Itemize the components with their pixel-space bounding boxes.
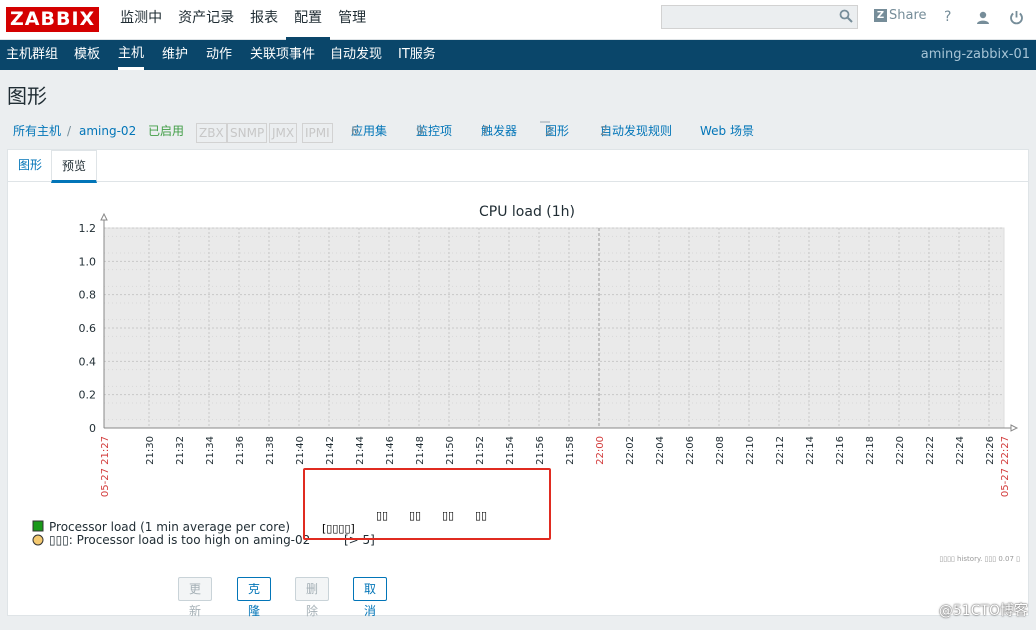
highlight-box	[303, 468, 551, 540]
y-tick-label: 0.6	[79, 322, 97, 335]
x-tick-label: 21:38	[265, 436, 276, 465]
search-input[interactable]	[661, 5, 858, 29]
nav-reports[interactable]: 报表	[242, 0, 286, 40]
x-tick-label: 22:22	[925, 436, 936, 465]
x-tick-label: 21:46	[385, 436, 396, 465]
x-tick-label: 21:32	[175, 436, 186, 465]
x-tick-label: 21:42	[325, 436, 336, 465]
crumb-separator: /	[67, 124, 72, 138]
subnav-it-services[interactable]: IT服务	[398, 40, 436, 69]
x-tick-label: 22:10	[745, 436, 756, 465]
legend-swatch-trigger	[32, 534, 44, 546]
x-tick-label: 22:12	[775, 436, 786, 465]
nav-monitoring[interactable]: 监测中	[112, 0, 170, 40]
badge-ipmi: IPMI	[302, 123, 333, 143]
x-tick-label: 22:26	[985, 436, 996, 465]
nav-configuration[interactable]: 配置	[286, 0, 331, 40]
main-nav: 监测中 资产记录 报表 配置 管理	[112, 0, 374, 40]
x-tick-label: 21:58	[565, 436, 576, 465]
server-name: aming-zabbix-01	[920, 47, 1030, 62]
x-tick-label: 22:16	[835, 436, 846, 465]
share-label: Share	[889, 8, 927, 23]
page-title: 图形	[7, 84, 47, 108]
power-icon[interactable]	[1009, 10, 1024, 25]
x-tick-label: 22:06	[685, 436, 696, 465]
y-tick-label: 0	[89, 422, 96, 435]
history-info-text: ▯▯▯▯ history. ▯▯▯ 0.07 ▯	[939, 555, 1020, 563]
x-tick-label: 22:02	[625, 436, 636, 465]
y-tick-label: 1.0	[79, 255, 97, 268]
subnav-templates[interactable]: 模板	[74, 40, 100, 69]
triggers-count: 7	[481, 124, 489, 138]
x-tick-label: 22:14	[805, 436, 816, 465]
zabbix-logo[interactable]: ZABBIX	[6, 7, 100, 32]
watermark: @51CTO博客	[938, 603, 1028, 619]
nav-administration[interactable]: 管理	[330, 0, 374, 40]
x-tick-label: 21:50	[445, 436, 456, 465]
graphs-count: 2	[545, 124, 553, 138]
subnav-maintenance[interactable]: 维护	[162, 40, 188, 69]
x-tick-label: 21:36	[235, 436, 246, 465]
nav-inventory[interactable]: 资产记录	[170, 0, 242, 40]
items-count: 9	[416, 124, 424, 138]
x-tick-label: 21:48	[415, 436, 426, 465]
x-tick-label: 21:52	[475, 436, 486, 465]
y-tick-label: 0.2	[79, 389, 97, 402]
badge-snmp: SNMP	[227, 123, 268, 143]
x-tick-label: 21:40	[295, 436, 306, 465]
chart-title: CPU load (1h)	[479, 204, 575, 220]
x-start-label: 05-27 21:27	[100, 436, 111, 497]
help-icon[interactable]: ?	[944, 9, 951, 25]
cancel-button[interactable]: 取消	[353, 577, 388, 618]
x-tick-label: 22:04	[655, 436, 666, 465]
web-scenarios-link[interactable]: Web 场景	[700, 122, 754, 140]
y-tick-label: 0.4	[79, 355, 97, 368]
delete-button[interactable]: 删除	[295, 577, 330, 618]
share-link[interactable]: Z Share	[874, 8, 927, 23]
subnav-hosts[interactable]: 主机	[118, 40, 145, 70]
graphs-link[interactable]: 图形 2	[540, 121, 569, 138]
y-tick-label: 0.8	[79, 289, 97, 302]
legend-swatch-processor-load	[32, 520, 44, 532]
tab-bar: 图形 预览	[8, 150, 1028, 183]
x-end-label: 05-27 22:27	[1000, 436, 1011, 497]
subnav-actions[interactable]: 动作	[206, 40, 232, 69]
host-link[interactable]: aming-02	[79, 122, 136, 140]
x-tick-label: 22:20	[895, 436, 906, 465]
legend-label-processor-load: Processor load (1 min average per core)	[49, 520, 290, 534]
subnav-discovery[interactable]: 自动发现	[330, 40, 382, 69]
subnav-host-groups[interactable]: 主机群组	[6, 40, 58, 69]
y-tick-label: 1.2	[79, 222, 97, 235]
x-tick-label: 22:24	[955, 436, 966, 465]
update-button[interactable]: 更新	[178, 577, 213, 618]
x-tick-label: 21:54	[505, 436, 516, 465]
legend-label-trigger: ▯▯▯: Processor load is too high on aming…	[49, 533, 310, 547]
x-hour-label: 22:00	[595, 436, 606, 465]
x-tick-label: 21:44	[355, 436, 366, 465]
tab-preview[interactable]: 预览	[51, 150, 98, 183]
search-icon[interactable]	[839, 9, 853, 23]
all-hosts-link[interactable]: 所有主机	[13, 122, 61, 140]
applications-count: 6	[351, 124, 359, 138]
x-tick-label: 21:56	[535, 436, 546, 465]
tab-graph[interactable]: 图形	[18, 150, 42, 182]
discovery-rules-count: 2	[600, 124, 608, 138]
x-tick-label: 21:30	[145, 436, 156, 465]
host-status[interactable]: 已启用	[148, 122, 184, 140]
sub-nav: 主机群组 模板 主机 维护 动作 关联项事件 自动发现 IT服务 aming-z…	[0, 40, 1036, 70]
main-panel: 图形 预览 CPU load (1h) 0 0.2 0.4 0.6 0.8 1.0 1.2 21…	[7, 149, 1029, 618]
badge-zbx: ZBX	[196, 123, 227, 143]
badge-jmx: JMX	[269, 123, 298, 143]
x-tick-label: 22:08	[715, 436, 726, 465]
user-icon[interactable]	[976, 11, 990, 25]
share-icon: Z	[874, 9, 887, 22]
x-tick-label: 22:18	[865, 436, 876, 465]
clone-button[interactable]: 克隆	[237, 577, 272, 618]
discovery-rules-label: 自动发现规则	[600, 124, 673, 138]
subnav-correlation[interactable]: 关联项事件	[250, 40, 315, 69]
x-tick-label: 21:34	[205, 436, 216, 465]
